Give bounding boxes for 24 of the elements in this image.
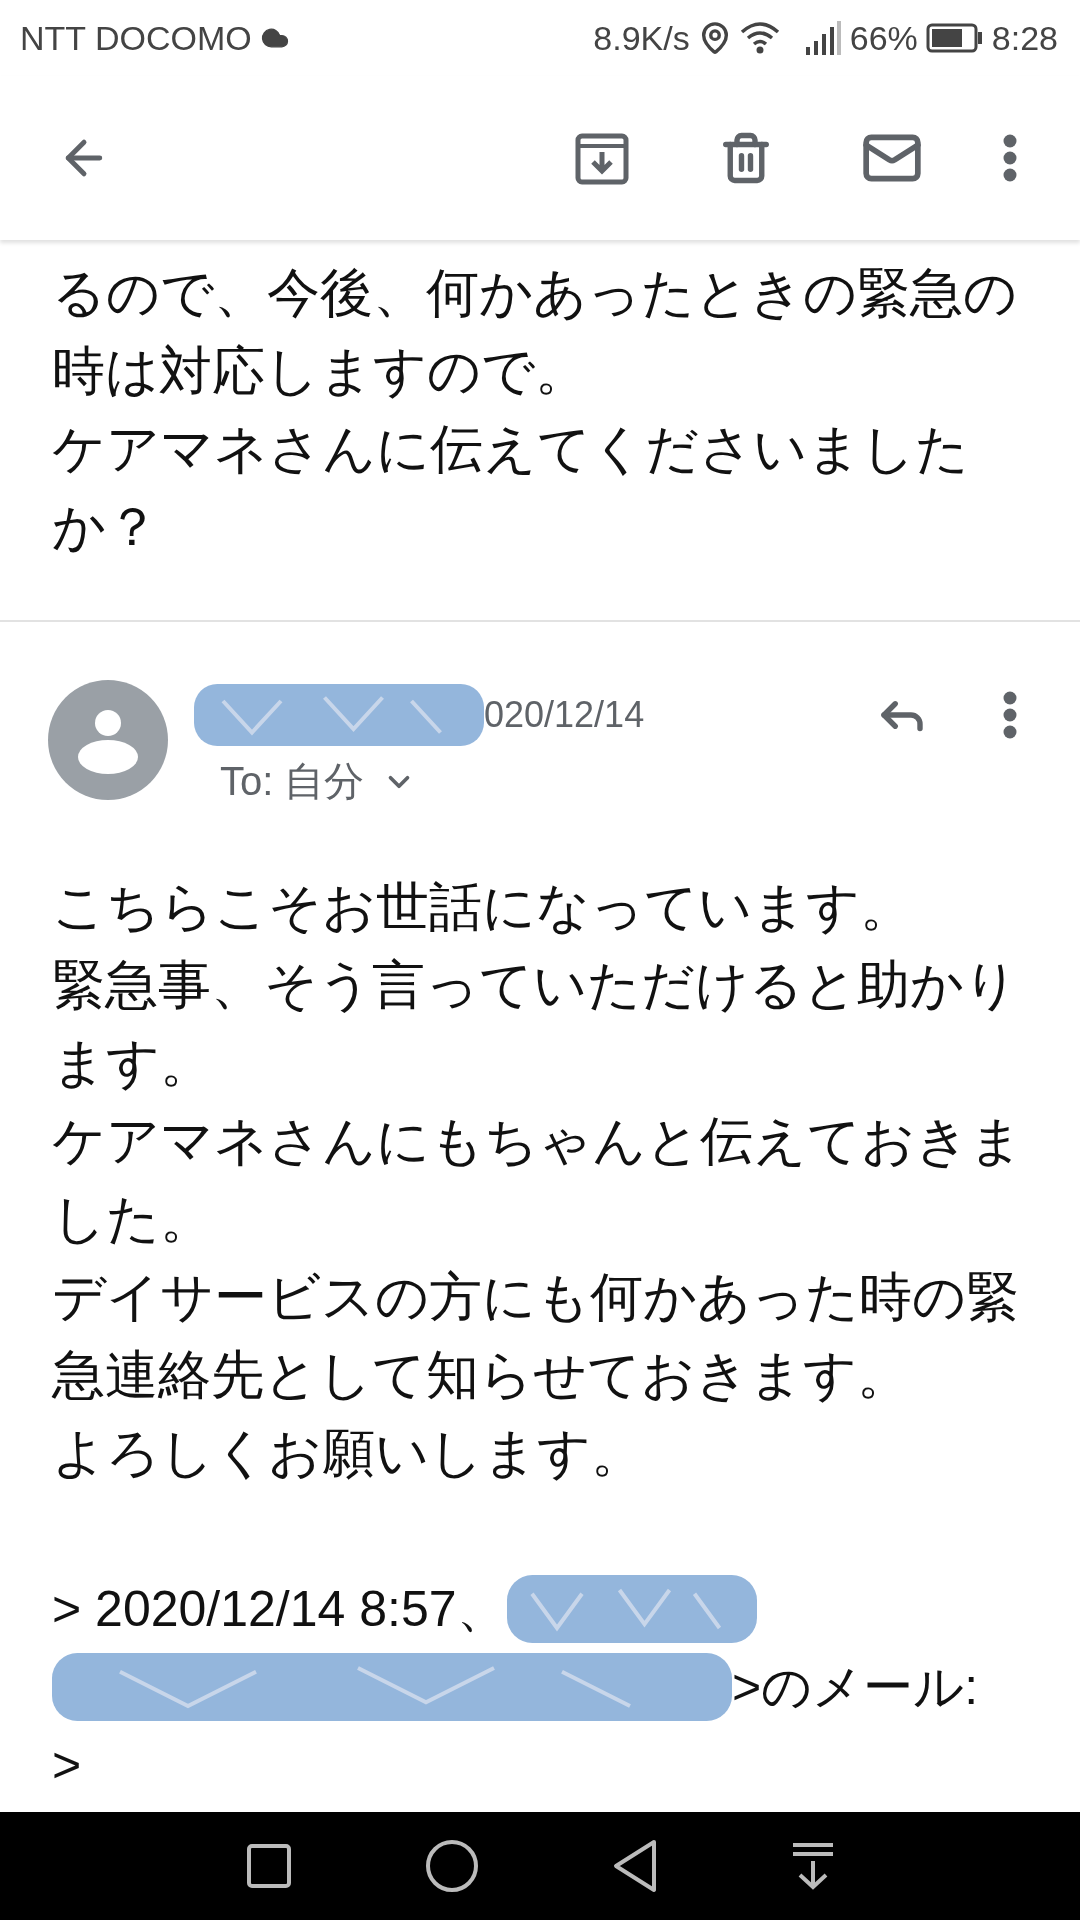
quote-text: > 2020/12/14 8:57、 — [52, 1579, 507, 1639]
more-icon — [1003, 134, 1017, 182]
message-text: ケアマネさんに伝えてくださいましたか？ — [52, 417, 970, 559]
notifications-button[interactable] — [790, 1841, 836, 1891]
message-text: 緊急事、そう言っていただけると助かります。 — [52, 953, 1019, 1095]
home-button[interactable] — [424, 1838, 480, 1894]
message-date: 020/12/14 — [484, 694, 645, 736]
clock-time: 8:28 — [991, 18, 1058, 58]
wifi-icon — [739, 20, 780, 56]
quote-text: > — [52, 1736, 82, 1794]
more-icon — [1003, 691, 1017, 739]
recent-apps-button[interactable] — [244, 1841, 294, 1891]
carrier-name: NTT DOCOMO — [20, 18, 252, 58]
message-text: るので、今後、何かあったときの緊急の時は対応しますので。 — [52, 261, 1018, 403]
network-speed: 8.9K/s — [593, 18, 690, 58]
battery-level: 66% — [849, 18, 918, 58]
recipient-toggle[interactable]: To: 自分 — [194, 754, 1042, 809]
battery-icon — [925, 23, 984, 53]
message-text: デイサービスの方にも何かあった時の緊急連絡先として知らせておきます。 — [52, 1265, 1020, 1407]
message-text: ケアマネさんにもちゃんと伝えておきました。 — [52, 1109, 1024, 1251]
signal-icon — [803, 21, 842, 55]
quote-text: >のメール: — [732, 1657, 979, 1717]
message-text: よろしくお願いします。 — [52, 1421, 645, 1485]
message-text: こちらこそお世話になっています。 — [52, 875, 914, 939]
